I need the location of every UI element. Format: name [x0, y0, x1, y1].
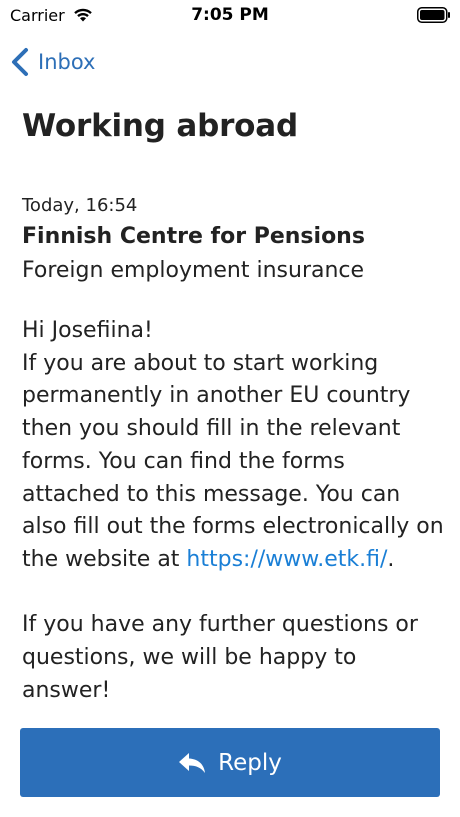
status-time: 7:05 PM — [191, 5, 269, 25]
message-greeting: Hi Josefiina! — [22, 318, 153, 343]
message-subject: Foreign employment insurance — [22, 258, 365, 283]
reply-icon — [179, 752, 206, 773]
paragraph-text: If you are about to start working perman… — [22, 350, 444, 572]
battery-icon — [417, 7, 450, 23]
reply-button[interactable]: Reply — [20, 728, 440, 797]
message-paragraph: If you are about to start working perman… — [22, 348, 447, 577]
message-closing: If you have any further questions or que… — [22, 612, 418, 703]
reply-label: Reply — [218, 749, 282, 776]
back-button[interactable]: Inbox — [10, 44, 95, 80]
message-sender: Finnish Centre for Pensions — [22, 224, 365, 249]
back-label: Inbox — [38, 50, 96, 74]
message-timestamp: Today, 16:54 — [22, 195, 138, 216]
page-title: Working abroad — [22, 108, 298, 144]
message-body: Hi Josefiina! If you are about to start … — [22, 315, 447, 707]
website-link[interactable]: https://www.etk.fi/ — [186, 547, 387, 572]
status-bar: Carrier 7:05 PM — [0, 0, 460, 30]
paragraph-text-end: . — [387, 546, 395, 572]
chevron-left-icon — [12, 48, 28, 76]
